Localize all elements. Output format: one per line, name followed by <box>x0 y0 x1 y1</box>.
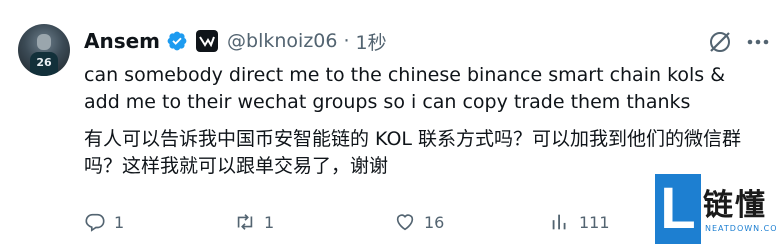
watermark-logo: L <box>655 174 701 244</box>
verified-badge-icon <box>167 31 187 51</box>
heart-icon <box>396 214 414 231</box>
more-options-icon[interactable] <box>744 30 772 54</box>
affiliate-badge-icon[interactable] <box>196 30 219 52</box>
separator-dot: · <box>343 30 350 52</box>
reply-button[interactable]: 1 <box>84 208 124 236</box>
affiliate-logo-icon <box>199 36 215 47</box>
repost-count: 1 <box>264 212 275 232</box>
tweet-actions: 1 1 16 111 <box>84 208 644 236</box>
repost-icon <box>237 214 253 230</box>
timestamp[interactable]: 1秒 <box>356 28 387 55</box>
reply-icon <box>85 213 105 232</box>
avatar-jersey: 26 <box>30 52 58 76</box>
grok-icon[interactable] <box>706 28 734 56</box>
repost-button[interactable]: 1 <box>234 208 274 236</box>
watermark-text: 链懂 <box>703 188 767 223</box>
views-chart-icon <box>552 214 566 230</box>
like-button[interactable]: 16 <box>394 208 444 236</box>
tweet-header: Ansem @blknoiz06 · 1秒 <box>84 26 387 56</box>
avatar-head <box>37 34 51 50</box>
site-watermark: L 链懂 NEATDOWN.COM <box>655 172 776 246</box>
watermark-site: NEATDOWN.COM <box>705 224 776 233</box>
author-name[interactable]: Ansem <box>84 29 160 53</box>
avatar[interactable]: 26 <box>18 24 70 76</box>
views-button[interactable]: 111 <box>549 208 610 236</box>
author-handle[interactable]: @blknoiz06 <box>227 30 337 52</box>
reply-count: 1 <box>114 212 125 232</box>
tweet-card: 26 Ansem @blknoiz06 · 1秒 can somebody di… <box>0 0 776 246</box>
like-count: 16 <box>424 212 445 232</box>
tweet-text: can somebody direct me to the chinese bi… <box>84 64 726 113</box>
views-count: 111 <box>579 212 610 232</box>
